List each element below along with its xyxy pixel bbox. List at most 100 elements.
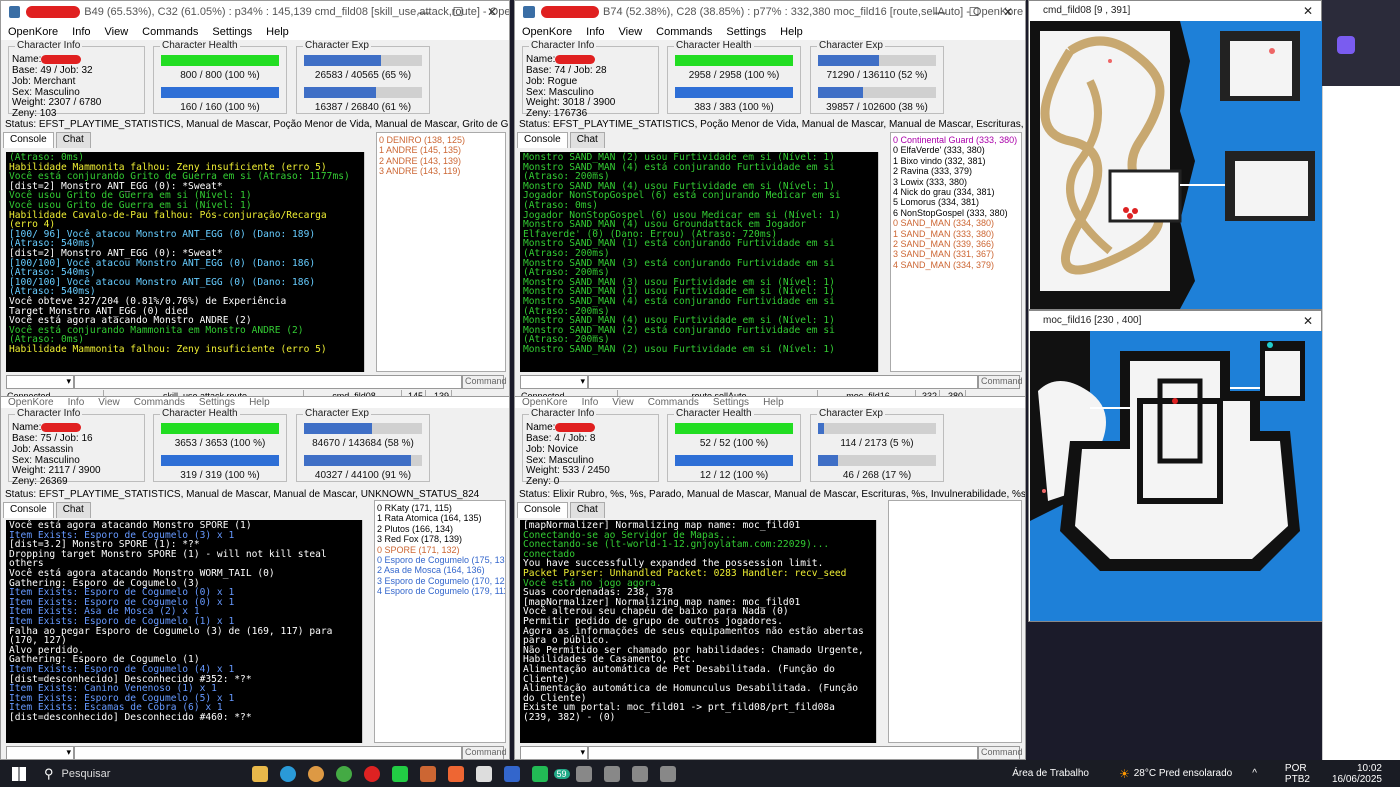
command-button[interactable]: Command xyxy=(978,375,1023,389)
command-button[interactable]: Command xyxy=(978,746,1023,759)
actor-list-item[interactable]: 0 Continental Guard (333, 380) xyxy=(893,135,1019,145)
menu-view[interactable]: View xyxy=(98,26,136,38)
command-button[interactable]: Command xyxy=(462,746,507,759)
menu-view[interactable]: View xyxy=(605,397,641,408)
menu-commands[interactable]: Commands xyxy=(135,26,205,38)
actor-list-item[interactable]: 0 Esporo de Cogumelo (175, 132 xyxy=(377,555,505,565)
desktop-label[interactable]: Área de Trabalho xyxy=(1012,768,1089,779)
actor-list-item[interactable]: 2 SAND_MAN (339, 366) xyxy=(893,239,1019,249)
menu-commands[interactable]: Commands xyxy=(127,397,192,408)
maximize-button[interactable]: ☐ xyxy=(957,1,991,23)
maximize-button[interactable]: ☐ xyxy=(441,1,475,23)
clock-date[interactable]: 16/06/2025 xyxy=(1332,774,1382,785)
notion-icon[interactable] xyxy=(475,765,492,782)
openkore-window-4[interactable]: OpenKore Info View Commands Settings Help Char… xyxy=(514,396,1026,760)
actor-list-item[interactable]: 3 Esporo de Cogumelo (170, 127 xyxy=(377,576,505,586)
menu-commands[interactable]: Commands xyxy=(649,26,719,38)
tab-console[interactable]: Console xyxy=(517,502,568,518)
chrome-icon-2[interactable] xyxy=(335,765,352,782)
actor-list-item[interactable]: 3 SAND_MAN (331, 367) xyxy=(893,249,1019,259)
openkore-icon[interactable] xyxy=(575,765,592,782)
command-target-select[interactable] xyxy=(6,746,74,759)
command-target-select[interactable] xyxy=(520,746,588,759)
menu-commands[interactable]: Commands xyxy=(641,397,706,408)
tray-chevron-icon[interactable]: ^ xyxy=(1252,768,1257,779)
menu-info[interactable]: Info xyxy=(579,26,611,38)
actor-list-item[interactable]: 4 SAND_MAN (334, 379) xyxy=(893,260,1019,270)
menu-info[interactable]: Info xyxy=(61,397,92,408)
actor-list-item[interactable]: 4 Esporo de Cogumelo (179, 111 xyxy=(377,586,505,596)
menu-openkore[interactable]: OpenKore xyxy=(515,26,579,38)
command-input[interactable] xyxy=(588,375,978,389)
menu-settings[interactable]: Settings xyxy=(205,26,259,38)
command-target-select[interactable] xyxy=(6,375,74,389)
actor-list-item[interactable]: 3 ANDRE (143, 119) xyxy=(379,166,503,176)
windows-start-icon[interactable] xyxy=(12,766,26,781)
actor-list-item[interactable]: 4 Nick do grau (334, 381) xyxy=(893,187,1019,197)
menu-openkore[interactable]: OpenKore xyxy=(1,26,65,38)
openkore-icon-2[interactable] xyxy=(603,765,620,782)
actor-list-item[interactable]: 0 RKaty (171, 115) xyxy=(377,503,503,513)
menu-settings[interactable]: Settings xyxy=(192,397,242,408)
command-input[interactable] xyxy=(588,746,978,759)
menu-help[interactable]: Help xyxy=(242,397,277,408)
language[interactable]: POR xyxy=(1285,763,1310,774)
command-button[interactable]: Command xyxy=(462,375,507,389)
map-window-1[interactable]: cmd_fild08 [9 , 391] xyxy=(1028,0,1322,310)
tab-console[interactable]: Console xyxy=(3,132,54,148)
file-explorer-icon[interactable] xyxy=(251,765,268,782)
openkore-window-1[interactable]: B49 (65.53%), C32 (61.05%) : p34% : 145,… xyxy=(0,0,510,403)
command-input[interactable] xyxy=(74,746,462,759)
openkore-icon-4[interactable] xyxy=(659,765,676,782)
tab-chat[interactable]: Chat xyxy=(569,132,605,148)
actor-list-item[interactable]: 3 Lowix (333, 380) xyxy=(893,177,1019,187)
openkore-window-3[interactable]: OpenKore Info View Commands Settings Help Char… xyxy=(0,396,510,760)
search-icon[interactable]: ⚲ xyxy=(44,766,54,782)
whatsapp-icon[interactable] xyxy=(531,765,548,782)
actor-list-item[interactable]: 2 ANDRE (143, 139) xyxy=(379,156,503,166)
actor-list-item[interactable]: 1 Bixo vindo (332, 381) xyxy=(893,156,1019,166)
app-icon-3[interactable] xyxy=(447,765,464,782)
menu-view[interactable]: View xyxy=(91,397,127,408)
openkore-window-2[interactable]: B74 (52.38%), C28 (38.85%) : p77% : 332,… xyxy=(514,0,1026,403)
menu-info[interactable]: Info xyxy=(65,26,97,38)
map-window-2[interactable]: moc_fild16 [230 , 400] xyxy=(1028,310,1322,622)
console-output[interactable]: [mapNormalizer] Normalizing map name: mo… xyxy=(520,520,876,743)
actor-list-item[interactable]: 0 SPORE (171, 132) xyxy=(377,545,503,555)
console-output[interactable]: Monstro SAND_MAN (2) usou Furtividade em… xyxy=(520,152,878,372)
actor-list-item[interactable]: 1 Rata Atomica (164, 135) xyxy=(377,513,503,523)
app-icon-2[interactable] xyxy=(419,765,436,782)
actor-list-item[interactable]: 0 DENIRO (138, 125) xyxy=(379,135,503,145)
opera-icon[interactable] xyxy=(363,765,380,782)
menu-view[interactable]: View xyxy=(612,26,650,38)
console-output[interactable]: (Atraso: 0ms) Habilidade Mammonita falhou… xyxy=(6,152,364,372)
actor-list-item[interactable]: 1 ANDRE (145, 135) xyxy=(379,145,503,155)
menu-help[interactable]: Help xyxy=(756,397,791,408)
actor-list[interactable]: 0 Continental Guard (333, 380) 0 ElfaVerd… xyxy=(890,132,1022,372)
profile-icon[interactable] xyxy=(1337,36,1355,54)
console-scrollbar[interactable] xyxy=(362,520,372,743)
minimize-button[interactable]: — xyxy=(407,1,441,23)
title-bar[interactable]: B74 (52.38%), C28 (38.85%) : p77% : 332,… xyxy=(515,1,1025,23)
actor-list-item[interactable]: 0 ElfaVerde' (333, 380) xyxy=(893,145,1019,155)
menu-settings[interactable]: Settings xyxy=(719,26,773,38)
menu-info[interactable]: Info xyxy=(575,397,606,408)
console-scrollbar[interactable] xyxy=(878,152,888,372)
console-scrollbar[interactable] xyxy=(876,520,886,743)
openkore-icon-3[interactable] xyxy=(631,765,648,782)
clock-time[interactable]: 10:02 xyxy=(1332,763,1382,774)
actor-list[interactable]: 0 RKaty (171, 115) 1 Rata Atomica (164, 1… xyxy=(374,500,506,743)
taskbar-search-label[interactable]: Pesquisar xyxy=(62,768,192,780)
command-target-select[interactable] xyxy=(520,375,588,389)
actor-list-item[interactable]: 2 Ravina (333, 379) xyxy=(893,166,1019,176)
actor-list-item[interactable]: 6 NonStopGospel (333, 380) xyxy=(893,208,1019,218)
actor-list-item[interactable]: 5 Lomorus (334, 381) xyxy=(893,197,1019,207)
close-button[interactable]: ✕ xyxy=(991,1,1025,23)
console-scrollbar[interactable] xyxy=(364,152,374,372)
app-icon-4[interactable] xyxy=(503,765,520,782)
app-icon[interactable] xyxy=(391,765,408,782)
menu-help[interactable]: Help xyxy=(259,26,296,38)
close-button[interactable]: ✕ xyxy=(475,1,509,23)
command-input[interactable] xyxy=(74,375,462,389)
tab-chat[interactable]: Chat xyxy=(55,132,91,148)
